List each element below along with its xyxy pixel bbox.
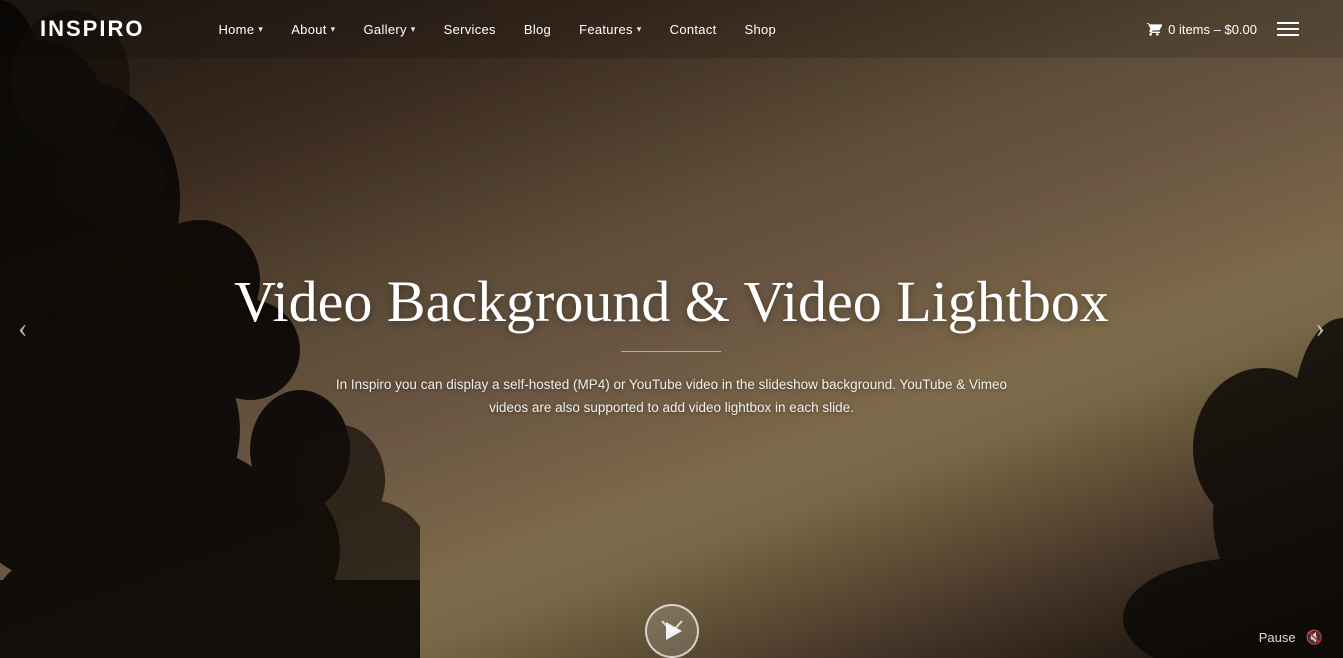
nav-item-services[interactable]: Services <box>430 0 510 58</box>
scroll-down-button[interactable] <box>661 614 683 640</box>
hamburger-line-1 <box>1277 22 1299 24</box>
nav-blog-label: Blog <box>524 22 551 37</box>
nav-item-contact[interactable]: Contact <box>656 0 731 58</box>
nav-shop-label: Shop <box>745 22 777 37</box>
hero-divider <box>621 351 721 352</box>
hamburger-line-3 <box>1277 34 1299 36</box>
nav-gallery-label: Gallery <box>364 22 407 37</box>
pause-button[interactable]: Pause <box>1259 630 1296 645</box>
cart-label: 0 items – $0.00 <box>1168 22 1257 37</box>
hamburger-menu[interactable] <box>1273 18 1303 40</box>
hero-section: INSPIRO Home ▾ About ▾ Gallery ▾ Service… <box>0 0 1343 658</box>
nav-item-home[interactable]: Home ▾ <box>204 0 277 58</box>
nav-right: 0 items – $0.00 <box>1146 18 1303 40</box>
nav-item-shop[interactable]: Shop <box>731 0 791 58</box>
nav-contact-label: Contact <box>670 22 717 37</box>
nav-item-gallery[interactable]: Gallery ▾ <box>350 0 430 58</box>
cart-button[interactable]: 0 items – $0.00 <box>1146 21 1257 37</box>
hero-description: In Inspiro you can display a self-hosted… <box>321 374 1021 420</box>
bottom-controls: Pause 🔇 <box>1259 629 1323 646</box>
nav-item-features[interactable]: Features ▾ <box>565 0 656 58</box>
nav-features-label: Features <box>579 22 633 37</box>
cart-icon <box>1146 21 1162 37</box>
hero-content: Video Background & Video Lightbox In Ins… <box>194 98 1149 572</box>
nav-about-chevron: ▾ <box>331 24 336 35</box>
site-logo[interactable]: INSPIRO <box>40 16 144 42</box>
chevron-down-icon <box>661 620 683 634</box>
nav-gallery-chevron: ▾ <box>411 24 416 35</box>
nav-services-label: Services <box>444 22 496 37</box>
next-slide-button[interactable]: › <box>1306 305 1335 353</box>
nav-features-chevron: ▾ <box>637 24 642 35</box>
nav-item-blog[interactable]: Blog <box>510 0 565 58</box>
nav-about-label: About <box>291 22 326 37</box>
prev-slide-button[interactable]: ‹ <box>8 305 37 353</box>
hamburger-line-2 <box>1277 28 1299 30</box>
nav-home-chevron: ▾ <box>258 24 263 35</box>
hero-title: Video Background & Video Lightbox <box>234 270 1109 334</box>
mute-button[interactable]: 🔇 <box>1306 629 1323 646</box>
nav-home-label: Home <box>218 22 254 37</box>
nav-links: Home ▾ About ▾ Gallery ▾ Services Blog F… <box>204 0 1146 58</box>
navbar: INSPIRO Home ▾ About ▾ Gallery ▾ Service… <box>0 0 1343 58</box>
nav-item-about[interactable]: About ▾ <box>277 0 349 58</box>
